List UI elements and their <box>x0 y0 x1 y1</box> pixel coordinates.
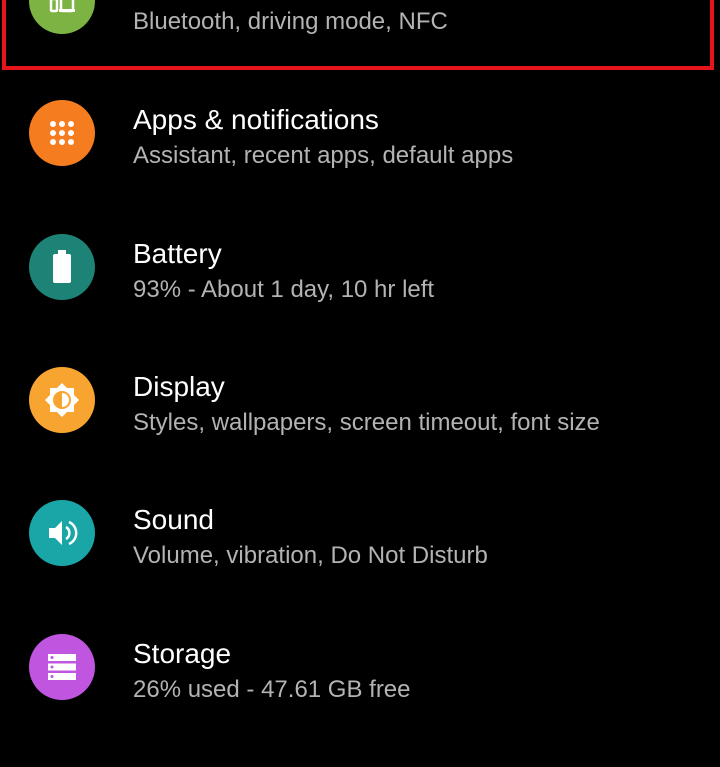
settings-item-battery[interactable]: Battery 93% - About 1 day, 10 hr left <box>0 234 720 367</box>
battery-subtitle: 93% - About 1 day, 10 hr left <box>133 276 435 303</box>
storage-title: Storage <box>133 638 232 669</box>
settings-item-apps-notifications[interactable]: Apps & notifications Assistant, recent a… <box>0 100 720 233</box>
apps-notifications-subtitle: Assistant, recent apps, default apps <box>133 142 514 169</box>
battery-icon <box>29 234 95 300</box>
settings-item-display[interactable]: Display Styles, wallpapers, screen timeo… <box>0 367 720 500</box>
settings-item-sound[interactable]: Sound Volume, vibration, Do Not Disturb <box>0 500 720 633</box>
brightness-icon <box>29 367 95 433</box>
battery-title: Battery <box>133 238 222 269</box>
settings-item-storage[interactable]: Storage 26% used - 47.61 GB free <box>0 634 720 767</box>
apps-notifications-title: Apps & notifications <box>133 104 379 135</box>
connected-devices-icon <box>29 0 95 34</box>
connected-devices-subtitle: Bluetooth, driving mode, NFC <box>133 8 448 35</box>
storage-subtitle: 26% used - 47.61 GB free <box>133 676 411 703</box>
sound-subtitle: Volume, vibration, Do Not Disturb <box>133 542 488 569</box>
display-subtitle: Styles, wallpapers, screen timeout, font… <box>133 409 600 436</box>
sound-title: Sound <box>133 504 214 535</box>
apps-grid-icon <box>29 100 95 166</box>
volume-icon <box>29 500 95 566</box>
display-title: Display <box>133 371 225 402</box>
storage-icon <box>29 634 95 700</box>
